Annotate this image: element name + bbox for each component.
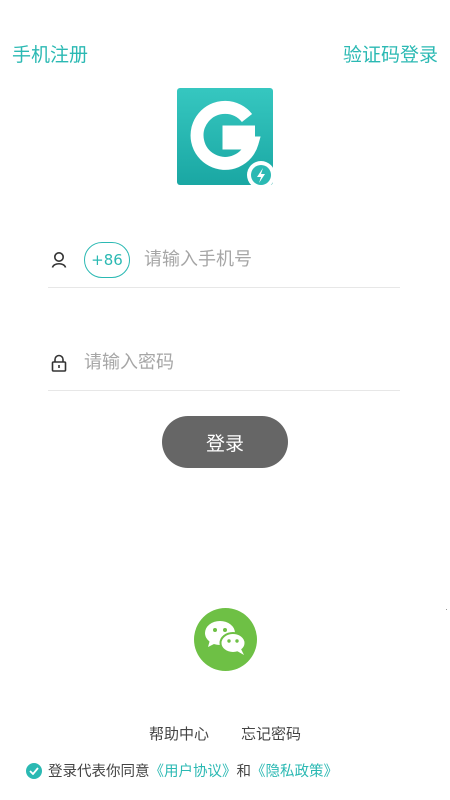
decorative-dot	[446, 609, 447, 610]
phone-input[interactable]	[144, 249, 400, 270]
privacy-policy-link[interactable]: 《隐私政策》	[251, 760, 338, 781]
password-field	[48, 335, 400, 391]
app-logo-g-icon	[177, 88, 275, 189]
forgot-password-link[interactable]: 忘记密码	[241, 723, 301, 744]
wechat-login-button[interactable]	[194, 608, 257, 671]
user-icon	[50, 251, 68, 269]
agreement-prefix: 登录代表你同意	[48, 764, 150, 780]
help-center-link[interactable]: 帮助中心	[149, 723, 209, 744]
country-code-selector[interactable]: +86	[84, 241, 130, 278]
phone-field: +86	[48, 232, 400, 288]
lock-icon	[50, 354, 68, 372]
password-input[interactable]	[84, 352, 400, 373]
check-icon	[29, 766, 39, 775]
phone-register-link[interactable]: 手机注册	[12, 40, 88, 67]
code-login-link[interactable]: 验证码登录	[343, 40, 438, 67]
login-button[interactable]: 登录	[162, 416, 288, 468]
bottom-links: 帮助中心 忘记密码	[0, 723, 450, 744]
login-screen: 手机注册 验证码登录 +86 请输入手机号 登录 帮助中心 忘记密码 登录代表你…	[0, 0, 450, 800]
wechat-icon	[203, 618, 249, 662]
agreement-checkbox[interactable]	[26, 762, 42, 779]
user-agreement-link[interactable]: 《用户协议》	[150, 760, 237, 781]
agreement-and: 和	[236, 764, 252, 780]
agreement-row: 登录代表你同意 《用户协议》 和 《隐私政策》	[26, 760, 338, 781]
